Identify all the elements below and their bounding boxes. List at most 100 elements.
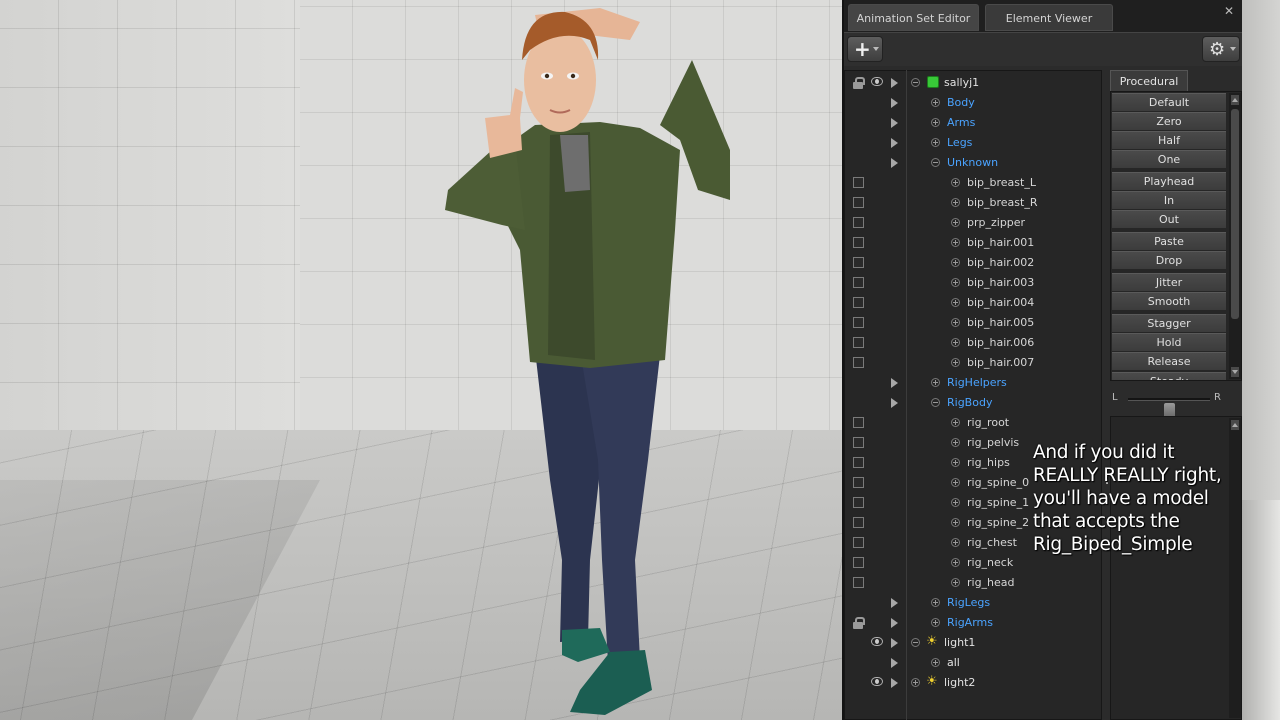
row-checkbox[interactable] — [853, 557, 864, 568]
tree-row[interactable]: ☀ light2 — [845, 673, 1103, 693]
procedural-button[interactable]: Playhead — [1112, 172, 1226, 190]
procedural-button[interactable]: Zero — [1112, 112, 1226, 130]
expand-icon[interactable] — [951, 298, 960, 307]
expand-icon[interactable] — [931, 118, 940, 127]
collapse-icon[interactable] — [911, 78, 920, 87]
tree-row[interactable]: Body — [845, 93, 1103, 113]
3d-viewport[interactable] — [0, 0, 842, 720]
expand-icon[interactable] — [931, 598, 940, 607]
expand-icon[interactable] — [951, 478, 960, 487]
tree-row[interactable]: bip_hair.006 — [845, 333, 1103, 353]
row-checkbox[interactable] — [853, 517, 864, 528]
tree-row[interactable]: bip_breast_R — [845, 193, 1103, 213]
tree-row[interactable]: bip_hair.007 — [845, 353, 1103, 373]
expand-icon[interactable] — [951, 338, 960, 347]
procedural-button[interactable]: Stagger — [1112, 314, 1226, 332]
procedural-button[interactable]: Jitter — [1112, 273, 1226, 291]
expand-icon[interactable] — [951, 578, 960, 587]
tab-element-viewer[interactable]: Element Viewer — [985, 4, 1113, 31]
tree-row[interactable]: bip_breast_L — [845, 173, 1103, 193]
tab-animation-set-editor[interactable]: Animation Set Editor — [848, 4, 979, 31]
row-checkbox[interactable] — [853, 577, 864, 588]
tree-row[interactable]: sallyj1 — [845, 73, 1103, 93]
row-checkbox[interactable] — [853, 277, 864, 288]
play-icon[interactable] — [891, 398, 898, 408]
row-checkbox[interactable] — [853, 537, 864, 548]
play-icon[interactable] — [891, 158, 898, 168]
tree-row[interactable]: rig_neck — [845, 553, 1103, 573]
visibility-eye-icon[interactable] — [871, 637, 883, 646]
expand-icon[interactable] — [931, 98, 940, 107]
balance-slider[interactable] — [1128, 398, 1210, 418]
add-button[interactable]: + — [847, 36, 883, 62]
settings-button[interactable]: ⚙ — [1202, 36, 1240, 62]
scrollbar-thumb[interactable] — [1231, 109, 1239, 319]
procedural-button[interactable]: Half — [1112, 131, 1226, 149]
row-checkbox[interactable] — [853, 437, 864, 448]
procedural-button[interactable]: Hold — [1112, 333, 1226, 351]
scroll-down-icon[interactable] — [1231, 367, 1239, 377]
row-checkbox[interactable] — [853, 337, 864, 348]
expand-icon[interactable] — [951, 238, 960, 247]
tree-row[interactable]: bip_hair.003 — [845, 273, 1103, 293]
tree-row[interactable]: bip_hair.002 — [845, 253, 1103, 273]
expand-icon[interactable] — [931, 618, 940, 627]
procedural-button[interactable]: Steady — [1112, 372, 1226, 380]
expand-icon[interactable] — [951, 178, 960, 187]
row-checkbox[interactable] — [853, 177, 864, 188]
expand-icon[interactable] — [951, 278, 960, 287]
close-icon[interactable]: ✕ — [1222, 4, 1236, 18]
expand-icon[interactable] — [951, 538, 960, 547]
lock-icon[interactable] — [853, 617, 865, 629]
expand-icon[interactable] — [951, 498, 960, 507]
expand-icon[interactable] — [951, 318, 960, 327]
tree-row[interactable]: RigArms — [845, 613, 1103, 633]
tree-row[interactable]: Unknown — [845, 153, 1103, 173]
row-checkbox[interactable] — [853, 357, 864, 368]
play-icon[interactable] — [891, 638, 898, 648]
expand-icon[interactable] — [951, 358, 960, 367]
procedural-button[interactable]: Smooth — [1112, 292, 1226, 310]
expand-icon[interactable] — [951, 198, 960, 207]
expand-icon[interactable] — [951, 438, 960, 447]
row-checkbox[interactable] — [853, 457, 864, 468]
tree-row[interactable]: all — [845, 653, 1103, 673]
tree-row[interactable]: ☀ light1 — [845, 633, 1103, 653]
lock-icon[interactable] — [853, 77, 865, 89]
procedural-button[interactable]: In — [1112, 191, 1226, 209]
tree-row[interactable]: Legs — [845, 133, 1103, 153]
row-checkbox[interactable] — [853, 477, 864, 488]
expand-icon[interactable] — [911, 678, 920, 687]
play-icon[interactable] — [891, 98, 898, 108]
procedural-button[interactable]: Default — [1112, 93, 1226, 111]
play-icon[interactable] — [891, 378, 898, 388]
procedural-button[interactable]: Paste — [1112, 232, 1226, 250]
procedural-scrollbar[interactable] — [1229, 93, 1241, 379]
expand-icon[interactable] — [931, 378, 940, 387]
row-checkbox[interactable] — [853, 317, 864, 328]
tree-row[interactable]: rig_head — [845, 573, 1103, 593]
tree-row[interactable]: RigBody — [845, 393, 1103, 413]
expand-icon[interactable] — [951, 458, 960, 467]
procedural-button[interactable]: Drop — [1112, 251, 1226, 269]
scroll-up-icon[interactable] — [1231, 95, 1239, 105]
tab-procedural[interactable]: Procedural — [1110, 70, 1188, 91]
row-checkbox[interactable] — [853, 417, 864, 428]
row-checkbox[interactable] — [853, 297, 864, 308]
play-icon[interactable] — [891, 78, 898, 88]
tree-row[interactable]: RigHelpers — [845, 373, 1103, 393]
procedural-button[interactable]: Out — [1112, 210, 1226, 228]
scroll-up-icon[interactable] — [1231, 420, 1239, 430]
row-checkbox[interactable] — [853, 257, 864, 268]
tree-row[interactable]: rig_root — [845, 413, 1103, 433]
row-checkbox[interactable] — [853, 217, 864, 228]
play-icon[interactable] — [891, 618, 898, 628]
visibility-eye-icon[interactable] — [871, 77, 883, 86]
row-checkbox[interactable] — [853, 197, 864, 208]
expand-icon[interactable] — [951, 418, 960, 427]
character-model[interactable] — [430, 0, 750, 720]
play-icon[interactable] — [891, 678, 898, 688]
expand-icon[interactable] — [951, 258, 960, 267]
play-icon[interactable] — [891, 138, 898, 148]
tree-row[interactable]: bip_hair.004 — [845, 293, 1103, 313]
